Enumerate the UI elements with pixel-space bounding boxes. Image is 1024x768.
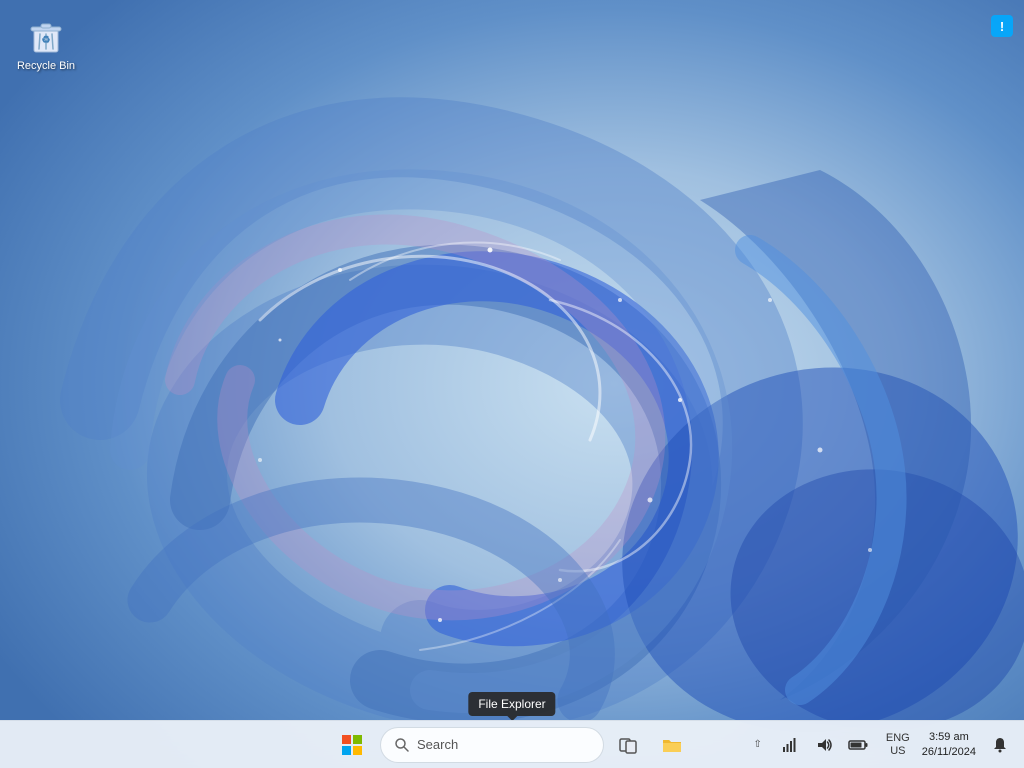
show-hidden-icons-button[interactable]: ⇧ — [750, 735, 766, 754]
file-explorer-tooltip: File Explorer — [468, 692, 555, 716]
notification-center-button[interactable] — [984, 729, 1016, 761]
volume-icon[interactable] — [808, 729, 840, 761]
clock[interactable]: 3:59 am 26/11/2024 — [916, 728, 982, 761]
notification-icon[interactable]: ! — [988, 12, 1016, 40]
start-button[interactable] — [332, 725, 372, 765]
taskbar-center: Search — [332, 725, 692, 765]
task-view-icon — [619, 736, 637, 754]
taskbar-right: ⇧ — [750, 725, 1016, 765]
windows-logo-icon — [342, 735, 362, 755]
recycle-bin-icon[interactable]: ♻ Recycle Bin — [10, 10, 82, 79]
desktop: ♻ Recycle Bin ! File Explorer — [0, 0, 1024, 768]
battery-svg — [848, 737, 868, 753]
notification-svg: ! — [991, 15, 1013, 37]
file-explorer-icon — [661, 734, 683, 756]
svg-text:!: ! — [1000, 19, 1004, 34]
search-icon — [395, 738, 409, 752]
clock-time: 3:59 am — [929, 730, 969, 744]
task-view-button[interactable] — [608, 725, 648, 765]
clock-date: 26/11/2024 — [922, 745, 976, 759]
svg-text:♻: ♻ — [42, 35, 51, 46]
search-bar[interactable]: Search — [380, 727, 604, 763]
file-explorer-button[interactable] — [652, 725, 692, 765]
wallpaper-art — [0, 0, 1024, 768]
taskbar: Search — [0, 720, 1024, 768]
volume-svg — [816, 737, 832, 753]
system-tray[interactable] — [768, 725, 880, 765]
language-text: ENG — [886, 732, 910, 744]
recycle-bin-label: Recycle Bin — [17, 60, 75, 73]
search-label: Search — [417, 737, 458, 752]
battery-icon[interactable] — [842, 729, 874, 761]
network-svg — [782, 737, 798, 753]
recycle-bin-svg: ♻ — [26, 16, 66, 56]
region-text: US — [890, 745, 905, 757]
language-indicator[interactable]: ENG US — [882, 730, 914, 758]
notification-bell-icon — [992, 737, 1008, 753]
network-icon[interactable] — [774, 729, 806, 761]
